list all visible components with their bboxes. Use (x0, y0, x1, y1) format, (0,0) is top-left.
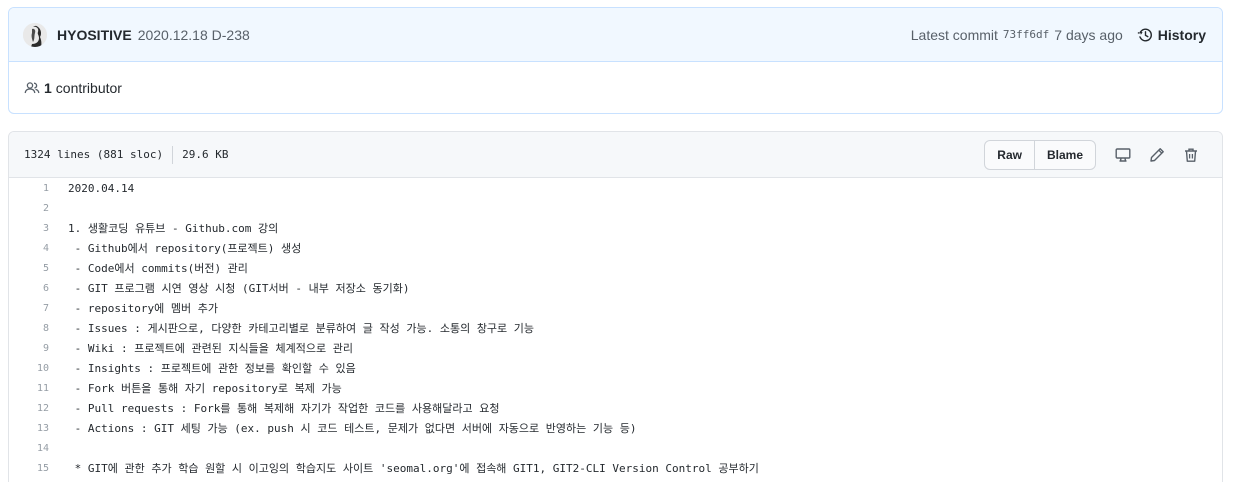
line-content: - Actions : GIT 세팅 가능 (ex. push 시 코드 테스트… (68, 422, 637, 435)
desktop-icon (1115, 147, 1131, 162)
code-line: 11 - Fork 버튼을 통해 자기 repository로 복제 가능 (9, 378, 1222, 398)
line-content: - Issues : 게시판으로, 다양한 카테고리별로 분류하여 글 작성 가… (68, 322, 535, 335)
line-number[interactable]: 5 (9, 263, 49, 274)
pencil-icon (1150, 147, 1164, 162)
commit-sha[interactable]: 73ff6df (1003, 28, 1049, 41)
line-number[interactable]: 4 (9, 243, 49, 254)
line-number[interactable]: 9 (9, 343, 49, 354)
line-number[interactable]: 7 (9, 303, 49, 314)
code-line: 7 - repository에 멤버 추가 (9, 298, 1222, 318)
code-line: 13 - Actions : GIT 세팅 가능 (ex. push 시 코드 … (9, 418, 1222, 438)
line-number[interactable]: 2 (9, 203, 49, 214)
edit-button[interactable] (1140, 141, 1174, 169)
line-content: - Insights : 프로젝트에 관한 정보를 확인할 수 있음 (68, 362, 356, 375)
line-content: - Fork 버튼을 통해 자기 repository로 복제 가능 (68, 382, 342, 395)
code-line: 15 * GIT에 관한 추가 학습 원할 시 이고잉의 학습지도 사이트 's… (9, 458, 1222, 478)
avatar[interactable] (23, 22, 47, 47)
line-content: 2020.04.14 (68, 181, 135, 195)
code-line: 12 - Pull requests : Fork를 통해 복제해 자기가 작업… (9, 398, 1222, 418)
line-number[interactable]: 3 (9, 223, 49, 234)
code-line: 4 - Github에서 repository(프로젝트) 생성 (9, 238, 1222, 258)
commit-box: HYOSITIVE 2020.12.18 D-238 Latest commit… (8, 7, 1223, 114)
code-line: 2 (9, 198, 1222, 218)
line-content: - Pull requests : Fork를 통해 복제해 자기가 작업한 코… (68, 402, 500, 415)
latest-commit-bar: HYOSITIVE 2020.12.18 D-238 Latest commit… (9, 8, 1222, 62)
line-number[interactable]: 14 (9, 443, 49, 454)
contributors-row[interactable]: 1 contributor (9, 62, 1222, 113)
file-actions-group: Raw Blame (984, 139, 1096, 170)
line-number[interactable]: 13 (9, 423, 49, 434)
file-header: 1324 lines (881 sloc) 29.6 KB Raw Blame (9, 132, 1222, 178)
code-line: 10 - Insights : 프로젝트에 관한 정보를 확인할 수 있음 (9, 358, 1222, 378)
file-viewer: 1324 lines (881 sloc) 29.6 KB Raw Blame (8, 131, 1223, 482)
contributor-count: 1 (44, 80, 52, 96)
latest-commit-label: Latest commit (910, 26, 998, 43)
code-line: 5 - Code에서 commits(버전) 관리 (9, 258, 1222, 278)
line-content: - Code에서 commits(버전) 관리 (68, 262, 248, 275)
line-number[interactable]: 1 (9, 183, 49, 194)
history-link[interactable]: History (1137, 27, 1206, 43)
line-content: - Wiki : 프로젝트에 관련된 지식들을 체계적으로 관리 (68, 342, 353, 355)
history-icon (1137, 27, 1152, 42)
file-info: 1324 lines (881 sloc) 29.6 KB (24, 145, 229, 164)
contributor-label: contributor (55, 80, 122, 96)
code-line: 6 - GIT 프로그램 시연 영상 시청 (GIT서버 - 내부 저장소 동기… (9, 278, 1222, 298)
history-label: History (1157, 26, 1206, 43)
commit-message[interactable]: 2020.12.18 D-238 (138, 27, 250, 43)
delete-button[interactable] (1174, 141, 1208, 169)
trash-icon (1185, 148, 1197, 162)
line-content: - repository에 멤버 추가 (68, 302, 218, 315)
file-size: 29.6 KB (182, 148, 229, 161)
line-number[interactable]: 12 (9, 403, 49, 414)
line-number[interactable]: 6 (9, 283, 49, 294)
code-line: 3 1. 생활코딩 유튜브 - Github.com 강의 (9, 218, 1222, 238)
file-info-divider (172, 145, 174, 164)
code-line: 8 - Issues : 게시판으로, 다양한 카테고리별로 분류하여 글 작성… (9, 318, 1222, 338)
line-number[interactable]: 15 (9, 463, 49, 474)
line-number[interactable]: 10 (9, 363, 49, 374)
line-number[interactable]: 11 (9, 383, 49, 394)
desktop-button[interactable] (1106, 141, 1140, 169)
commit-time: 7 days ago (1054, 26, 1123, 43)
commit-author[interactable]: HYOSITIVE (57, 27, 132, 43)
blame-button[interactable]: Blame (1033, 140, 1095, 169)
line-number[interactable]: 8 (9, 323, 49, 334)
line-content: 1. 생활코딩 유튜브 - Github.com 강의 (68, 222, 279, 235)
people-icon (24, 82, 40, 94)
code-listing: 1 2020.04.14 2 3 1. 생활코딩 유튜브 - Github.com 강의… (9, 178, 1222, 478)
code-line: 9 - Wiki : 프로젝트에 관련된 지식들을 체계적으로 관리 (9, 338, 1222, 358)
line-content: - Github에서 repository(프로젝트) 생성 (68, 242, 302, 255)
raw-button[interactable]: Raw (985, 141, 1034, 169)
line-content: * GIT에 관한 추가 학습 원할 시 이고잉의 학습지도 사이트 'seom… (68, 462, 759, 475)
code-line: 1 2020.04.14 (9, 178, 1222, 198)
line-content: - GIT 프로그램 시연 영상 시청 (GIT서버 - 내부 저장소 동기화) (68, 282, 410, 295)
code-line: 14 (9, 438, 1222, 458)
file-lines-info: 1324 lines (881 sloc) (24, 148, 164, 161)
